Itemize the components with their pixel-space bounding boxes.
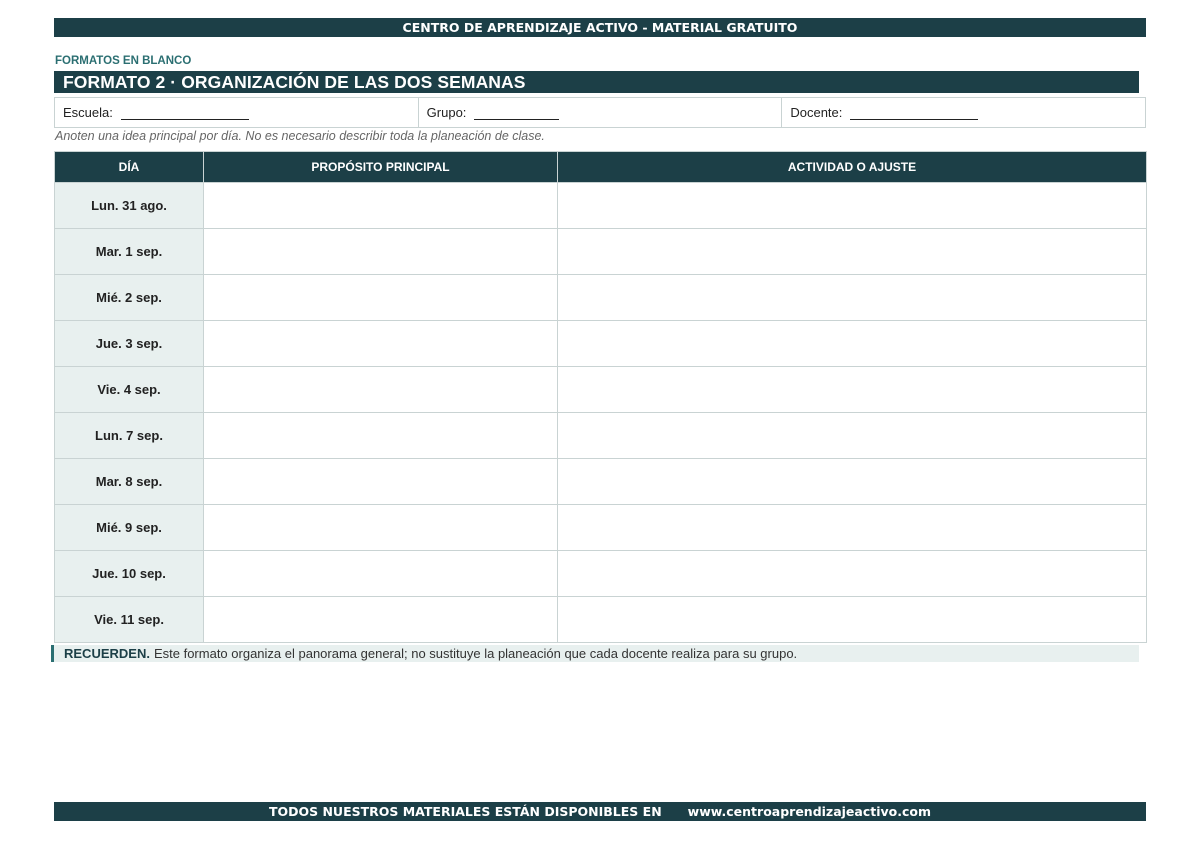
footer-banner: TODOS NUESTROS MATERIALES ESTÁN DISPONIB…	[54, 802, 1146, 821]
reminder-text: Este formato organiza el panorama genera…	[153, 646, 798, 661]
table-row: Mar. 8 sep.	[54, 458, 1147, 505]
table-row: Lun. 7 sep.	[54, 412, 1147, 459]
purpose-cell[interactable]	[203, 228, 558, 275]
header-day: DÍA	[54, 151, 204, 183]
group-input-line[interactable]	[474, 108, 560, 120]
table-row: Lun. 31 ago.	[54, 182, 1147, 229]
teacher-input-line[interactable]	[850, 108, 979, 120]
top-banner-text: CENTRO DE APRENDIZAJE ACTIVO - MATERIAL …	[402, 20, 798, 35]
day-cell: Mar. 1 sep.	[54, 228, 204, 275]
day-cell: Jue. 10 sep.	[54, 550, 204, 597]
school-field[interactable]: Escuela:	[55, 98, 419, 127]
purpose-cell[interactable]	[203, 504, 558, 551]
school-label: Escuela:	[63, 105, 113, 120]
activity-cell[interactable]	[557, 458, 1147, 505]
activity-cell[interactable]	[557, 182, 1147, 229]
purpose-cell[interactable]	[203, 596, 558, 643]
day-cell: Lun. 7 sep.	[54, 412, 204, 459]
day-cell: Vie. 4 sep.	[54, 366, 204, 413]
header-activity: ACTIVIDAD O AJUSTE	[557, 151, 1147, 183]
day-cell: Lun. 31 ago.	[54, 182, 204, 229]
instructions-note: Anoten una idea principal por día. No es…	[55, 129, 545, 143]
table-row: Mar. 1 sep.	[54, 228, 1147, 275]
day-cell: Jue. 3 sep.	[54, 320, 204, 367]
purpose-cell[interactable]	[203, 412, 558, 459]
top-banner: CENTRO DE APRENDIZAJE ACTIVO - MATERIAL …	[54, 18, 1146, 37]
activity-cell[interactable]	[557, 412, 1147, 459]
purpose-cell[interactable]	[203, 366, 558, 413]
activity-cell[interactable]	[557, 274, 1147, 321]
reminder-box: RECUERDEN. Este formato organiza el pano…	[51, 645, 1139, 662]
table-row: Jue. 10 sep.	[54, 550, 1147, 597]
page-title: FORMATO 2 · ORGANIZACIÓN DE LAS DOS SEMA…	[54, 71, 1139, 93]
footer-text: TODOS NUESTROS MATERIALES ESTÁN DISPONIB…	[268, 804, 662, 819]
day-cell: Mar. 8 sep.	[54, 458, 204, 505]
purpose-cell[interactable]	[203, 550, 558, 597]
teacher-field[interactable]: Docente:	[782, 98, 1145, 127]
table-header-row: DÍA PROPÓSITO PRINCIPAL ACTIVIDAD O AJUS…	[54, 151, 1147, 183]
school-input-line[interactable]	[120, 108, 249, 120]
teacher-label: Docente:	[790, 105, 843, 120]
table-row: Mié. 9 sep.	[54, 504, 1147, 551]
group-label: Grupo:	[426, 105, 467, 120]
activity-cell[interactable]	[557, 228, 1147, 275]
table-row: Jue. 3 sep.	[54, 320, 1147, 367]
planning-table: DÍA PROPÓSITO PRINCIPAL ACTIVIDAD O AJUS…	[54, 151, 1147, 643]
activity-cell[interactable]	[557, 366, 1147, 413]
activity-cell[interactable]	[557, 596, 1147, 643]
group-field[interactable]: Grupo:	[419, 98, 783, 127]
day-cell: Mié. 2 sep.	[54, 274, 204, 321]
activity-cell[interactable]	[557, 504, 1147, 551]
page-title-text: FORMATO 2 · ORGANIZACIÓN DE LAS DOS SEMA…	[63, 71, 526, 92]
purpose-cell[interactable]	[203, 274, 558, 321]
table-row: Mié. 2 sep.	[54, 274, 1147, 321]
reminder-label: RECUERDEN.	[64, 646, 150, 661]
purpose-cell[interactable]	[203, 458, 558, 505]
purpose-cell[interactable]	[203, 182, 558, 229]
table-row: Vie. 4 sep.	[54, 366, 1147, 413]
header-purpose: PROPÓSITO PRINCIPAL	[203, 151, 558, 183]
activity-cell[interactable]	[557, 550, 1147, 597]
day-cell: Mié. 9 sep.	[54, 504, 204, 551]
activity-cell[interactable]	[557, 320, 1147, 367]
purpose-cell[interactable]	[203, 320, 558, 367]
info-row: Escuela: Grupo: Docente:	[54, 97, 1146, 128]
table-row: Vie. 11 sep.	[54, 596, 1147, 643]
section-label: FORMATOS EN BLANCO	[55, 55, 192, 67]
day-cell: Vie. 11 sep.	[54, 596, 204, 643]
footer-url[interactable]: www.centroaprendizajeactivo.com	[688, 804, 931, 819]
